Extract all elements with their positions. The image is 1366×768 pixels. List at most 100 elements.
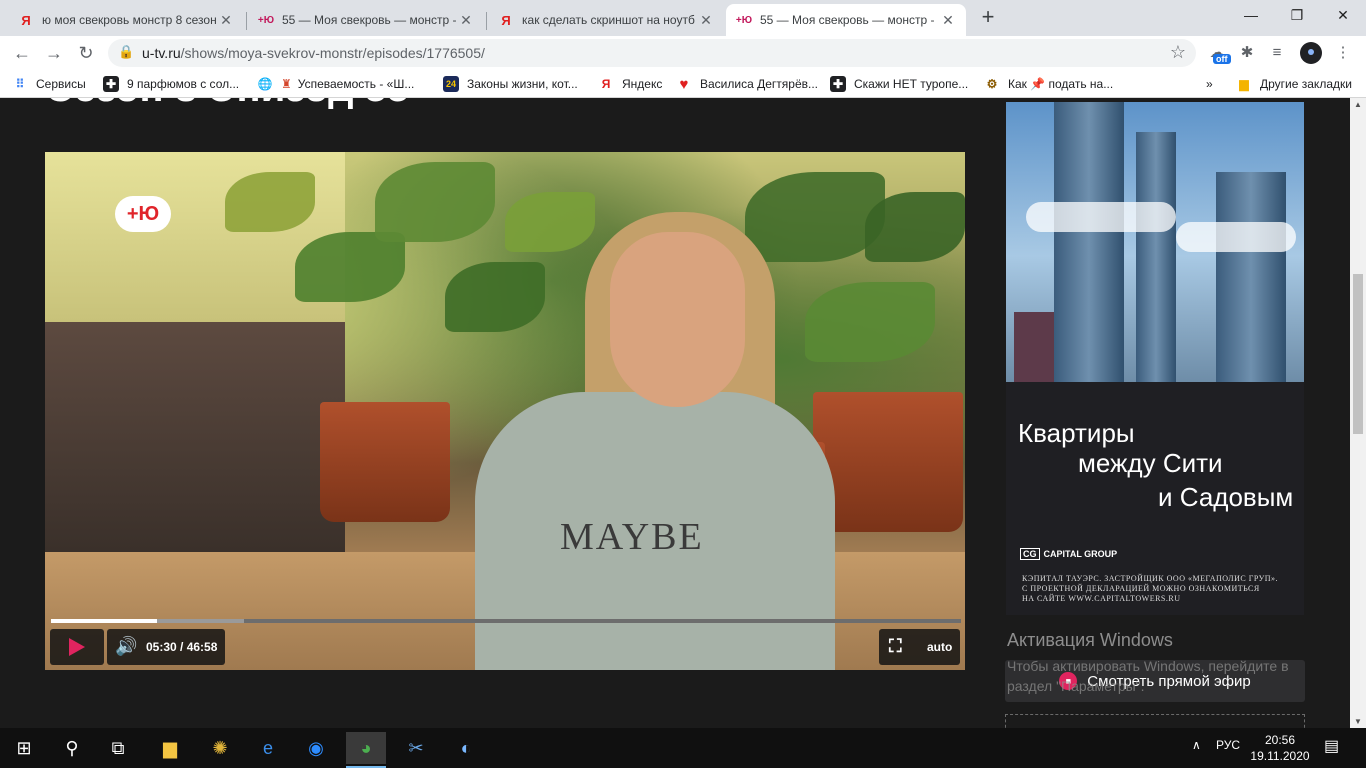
- bookmark-vasilisa[interactable]: ♥ Василиса Дегтярёв...: [676, 75, 818, 93]
- ad-disclaimer: КЭПИТАЛ ТАУЭРС. ЗАСТРОЙЩИК ООО «МЕГАПОЛИ…: [1022, 574, 1279, 603]
- address-bar[interactable]: 🔒 u-tv.ru/shows/moya-svekrov-monstr/epis…: [108, 39, 1196, 67]
- tab-utv-episode-active[interactable]: +Ю 55 — Моя свекровь — монстр - ✕: [726, 4, 966, 36]
- windows-activation-title: Активация Windows: [1007, 630, 1173, 650]
- bookmarks-bar: ⠿ Сервисы ✚ 9 парфюмов с сол... 🌐 ♜ Успе…: [0, 70, 1366, 98]
- bookmark-yandex[interactable]: Я Яндекс: [598, 75, 663, 93]
- tab-utv-episode-1[interactable]: +Ю 55 — Моя свекровь — монстр - ✕: [248, 4, 484, 36]
- folder-icon: ▆: [1239, 77, 1249, 91]
- shirt-print: MAYBE: [560, 516, 704, 558]
- menu-kebab-icon[interactable]: ⋮: [1332, 42, 1354, 64]
- extensions-puzzle-icon[interactable]: ✱: [1236, 42, 1258, 64]
- apps-grid-icon: ⠿: [15, 77, 25, 91]
- page-scrollbar[interactable]: ▲ ▼: [1350, 98, 1366, 728]
- volume-icon[interactable]: 🔊: [115, 636, 137, 657]
- scroll-down-arrow-icon[interactable]: ▼: [1354, 717, 1362, 726]
- system-clock[interactable]: 20:56 19.11.2020: [1250, 732, 1310, 764]
- zoom-icon[interactable]: ◉: [296, 732, 336, 764]
- bookmark-how-to-apply[interactable]: ⚙ Как 📌 подать на...: [984, 75, 1114, 93]
- plus-square-icon: ✚: [103, 76, 119, 92]
- close-tab-icon[interactable]: ✕: [940, 12, 956, 29]
- scroll-up-arrow-icon[interactable]: ▲: [1354, 100, 1362, 109]
- extension-off-badge: off: [1213, 54, 1231, 64]
- new-tab-button[interactable]: +: [976, 6, 1000, 30]
- page-content: Сезон 8 Эпизод 55 MAYBE +Ю: [0, 98, 1350, 728]
- play-icon: [69, 638, 85, 656]
- snipping-tool-icon[interactable]: ✂: [396, 732, 436, 764]
- tab-yandex-search-1[interactable]: Я ю моя свекровь монстр 8 сезон ✕: [8, 4, 244, 36]
- tab-yandex-search-2[interactable]: Я как сделать скриншот на ноутб ✕: [488, 4, 724, 36]
- close-window-button[interactable]: ✕: [1320, 0, 1366, 30]
- ad-brand: CG CAPITAL GROUP: [1020, 548, 1117, 560]
- episode-heading: Сезон 8 Эпизод 55: [45, 98, 409, 111]
- url-text: u-tv.ru/shows/moya-svekrov-monstr/episod…: [142, 45, 485, 61]
- close-tab-icon[interactable]: ✕: [218, 12, 234, 29]
- video-player[interactable]: MAYBE +Ю 🔊 05:30 / 46:58 ⛶ auto: [45, 152, 965, 670]
- search-icon[interactable]: ⚲: [52, 732, 92, 764]
- chrome-icon[interactable]: ◕: [346, 732, 386, 768]
- ad-photo-towers: [1006, 102, 1304, 382]
- scroll-thumb[interactable]: [1353, 274, 1363, 434]
- yandex-icon: Я: [501, 12, 511, 28]
- app-blue-icon[interactable]: ◐: [446, 732, 486, 764]
- play-button[interactable]: [50, 629, 104, 665]
- globe-icon: 🌐: [257, 77, 273, 91]
- bookmark-laws-of-life[interactable]: 24 Законы жизни, кот...: [443, 75, 578, 93]
- tab-strip: Я ю моя свекровь монстр 8 сезон ✕ +Ю 55 …: [0, 0, 1366, 36]
- bookmark-say-no[interactable]: ✚ Скажи НЕТ туропе...: [830, 75, 968, 93]
- quality-selector[interactable]: auto: [927, 640, 952, 654]
- brand-logo: CG: [1020, 548, 1040, 560]
- bookmark-star-icon[interactable]: ☆: [1170, 42, 1186, 63]
- app-orange-icon[interactable]: ✺: [200, 732, 240, 764]
- channel-logo: +Ю: [115, 196, 171, 232]
- person-face: [610, 232, 745, 407]
- ad-headline-2: между Сити: [1078, 448, 1223, 478]
- video-frame: MAYBE +Ю: [45, 152, 965, 670]
- bookmark-perfumes[interactable]: ✚ 9 парфюмов с сол...: [103, 75, 239, 93]
- tab-title: 55 — Моя свекровь — монстр -: [282, 13, 457, 27]
- fullscreen-quality-panel: ⛶ auto: [879, 629, 960, 665]
- windows-taskbar: ⊞ ⚲ ⧉ ▆ ✺ e ◉ ◕ ✂ ◐ ∧ РУС 20:56 19.11.20…: [0, 728, 1366, 768]
- tab-title: ю моя свекровь монстр 8 сезон: [42, 13, 217, 27]
- yandex-icon: Я: [601, 77, 611, 91]
- yandex-icon: Я: [21, 12, 31, 28]
- ad-banner[interactable]: Квартиры между Сити и Садовым CG CAPITAL…: [1006, 102, 1304, 615]
- forward-button[interactable]: →: [42, 41, 66, 65]
- tab-divider: [246, 12, 247, 30]
- bookmark-services[interactable]: ⠿ Сервисы: [12, 75, 86, 93]
- back-button[interactable]: ←: [10, 41, 34, 65]
- utv-icon: +Ю: [257, 14, 275, 26]
- file-explorer-icon[interactable]: ▆: [150, 732, 190, 764]
- language-indicator[interactable]: РУС: [1216, 738, 1240, 752]
- profile-avatar[interactable]: [1300, 42, 1322, 64]
- media-control-icon[interactable]: ≡: [1266, 42, 1288, 64]
- browser-toolbar: ← → ↻ 🔒 u-tv.ru/shows/moya-svekrov-monst…: [0, 36, 1366, 70]
- fullscreen-icon[interactable]: ⛶: [889, 636, 902, 657]
- lock-icon: 🔒: [118, 44, 135, 59]
- utv-icon: +Ю: [735, 14, 753, 26]
- progress-played[interactable]: [51, 619, 158, 623]
- bookmarks-overflow-button[interactable]: »: [1206, 75, 1213, 93]
- close-tab-icon[interactable]: ✕: [698, 12, 714, 29]
- ad-headline-3: и Садовым: [1158, 482, 1294, 512]
- tab-title: как сделать скриншот на ноутб: [522, 13, 695, 27]
- task-view-icon[interactable]: ⧉: [98, 732, 138, 764]
- close-tab-icon[interactable]: ✕: [458, 12, 474, 29]
- emblem-icon: ⚙: [986, 77, 998, 91]
- edge-icon[interactable]: e: [248, 732, 288, 764]
- ad-headline-1: Квартиры: [1018, 418, 1135, 448]
- windows-activation-text: Чтобы активировать Windows, перейдите в …: [1007, 658, 1289, 694]
- playback-time: 05:30 / 46:58: [146, 640, 218, 654]
- next-block-placeholder: [1005, 714, 1305, 728]
- tray-overflow-icon[interactable]: ∧: [1192, 738, 1201, 752]
- restore-button[interactable]: ❐: [1274, 0, 1320, 30]
- start-windows-icon[interactable]: ⊞: [4, 732, 44, 764]
- bookmark-grades[interactable]: 🌐 ♜ Успеваемость - «Ш...: [257, 75, 415, 93]
- school-icon: ♜: [281, 77, 292, 91]
- channel-24-icon: 24: [443, 76, 459, 92]
- notifications-icon[interactable]: ▤: [1324, 736, 1339, 756]
- minimize-button[interactable]: —: [1228, 0, 1274, 30]
- tab-divider: [486, 12, 487, 30]
- reload-button[interactable]: ↻: [74, 41, 98, 65]
- plus-square-icon: ✚: [830, 76, 846, 92]
- bookmark-other-folder[interactable]: ▆ Другие закладки: [1236, 75, 1352, 93]
